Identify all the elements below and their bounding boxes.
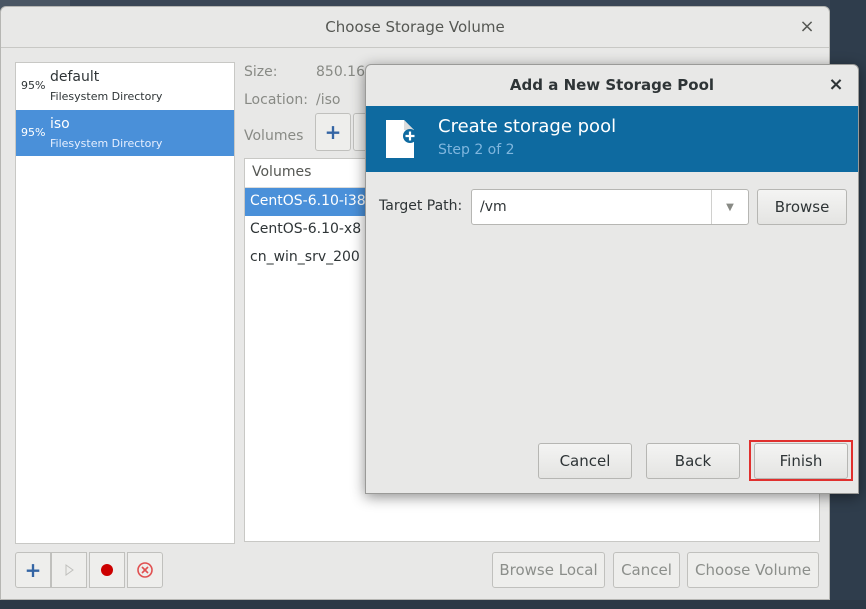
add-volume-button[interactable]: + xyxy=(315,113,351,151)
size-label: Size: xyxy=(244,64,278,80)
pool-name: iso xyxy=(50,116,70,132)
dialog-cancel-button[interactable]: Cancel xyxy=(538,443,632,479)
window-title: Choose Storage Volume xyxy=(1,7,829,48)
plus-icon: + xyxy=(24,558,42,582)
target-path-input[interactable] xyxy=(472,190,712,224)
pool-type: Filesystem Directory xyxy=(50,137,163,150)
volume-name: CentOS-6.10-x8 xyxy=(250,221,362,237)
volumes-label: Volumes xyxy=(244,128,304,144)
target-path-label: Target Path: xyxy=(379,198,463,214)
new-file-icon xyxy=(386,120,417,158)
browse-local-button[interactable]: Browse Local xyxy=(492,552,605,588)
record-icon xyxy=(101,564,113,576)
choose-volume-button[interactable]: Choose Volume xyxy=(687,552,819,588)
pool-usage-percent: 95% xyxy=(21,126,46,139)
play-icon xyxy=(65,564,74,576)
finish-highlight-box xyxy=(749,440,853,481)
dialog-title: Add a New Storage Pool xyxy=(509,76,715,94)
volumes-column-header-label: Volumes xyxy=(252,164,312,180)
dialog-heading: Create storage pool xyxy=(438,116,617,137)
chevron-down-icon: ▼ xyxy=(726,201,734,213)
volume-name: cn_win_srv_200 xyxy=(250,249,360,265)
stop-pool-button[interactable] xyxy=(89,552,125,588)
location-value: /iso xyxy=(316,92,341,108)
dialog-close-button[interactable]: × xyxy=(824,73,848,97)
add-storage-pool-dialog: Add a New Storage Pool × Create storage … xyxy=(365,64,859,494)
pool-item-default[interactable]: 95% default Filesystem Directory xyxy=(16,63,234,109)
pool-name: default xyxy=(50,69,100,85)
plus-icon: + xyxy=(324,120,342,144)
pool-item-iso[interactable]: 95% iso Filesystem Directory xyxy=(16,110,234,156)
location-label: Location: xyxy=(244,92,308,108)
start-pool-button[interactable] xyxy=(51,552,87,588)
target-path-combo: ▼ xyxy=(471,189,749,225)
target-path-dropdown-button[interactable]: ▼ xyxy=(711,190,748,224)
dialog-step: Step 2 of 2 xyxy=(438,142,515,158)
window-close-button[interactable]: × xyxy=(795,15,819,39)
pool-usage-percent: 95% xyxy=(21,79,46,92)
delete-icon xyxy=(137,562,153,578)
add-pool-button[interactable]: + xyxy=(15,552,51,588)
pool-type: Filesystem Directory xyxy=(50,90,163,103)
desktop-background-bottom xyxy=(0,600,866,609)
volume-name: CentOS-6.10-i38 xyxy=(250,193,366,209)
cancel-button[interactable]: Cancel xyxy=(613,552,680,588)
dialog-banner: Create storage pool Step 2 of 2 xyxy=(366,106,858,172)
size-value: 850.16 xyxy=(316,64,365,80)
storage-pool-list: 95% default Filesystem Directory 95% iso… xyxy=(15,62,235,544)
browse-button[interactable]: Browse xyxy=(757,189,847,225)
delete-pool-button[interactable] xyxy=(127,552,163,588)
back-button[interactable]: Back xyxy=(646,443,740,479)
